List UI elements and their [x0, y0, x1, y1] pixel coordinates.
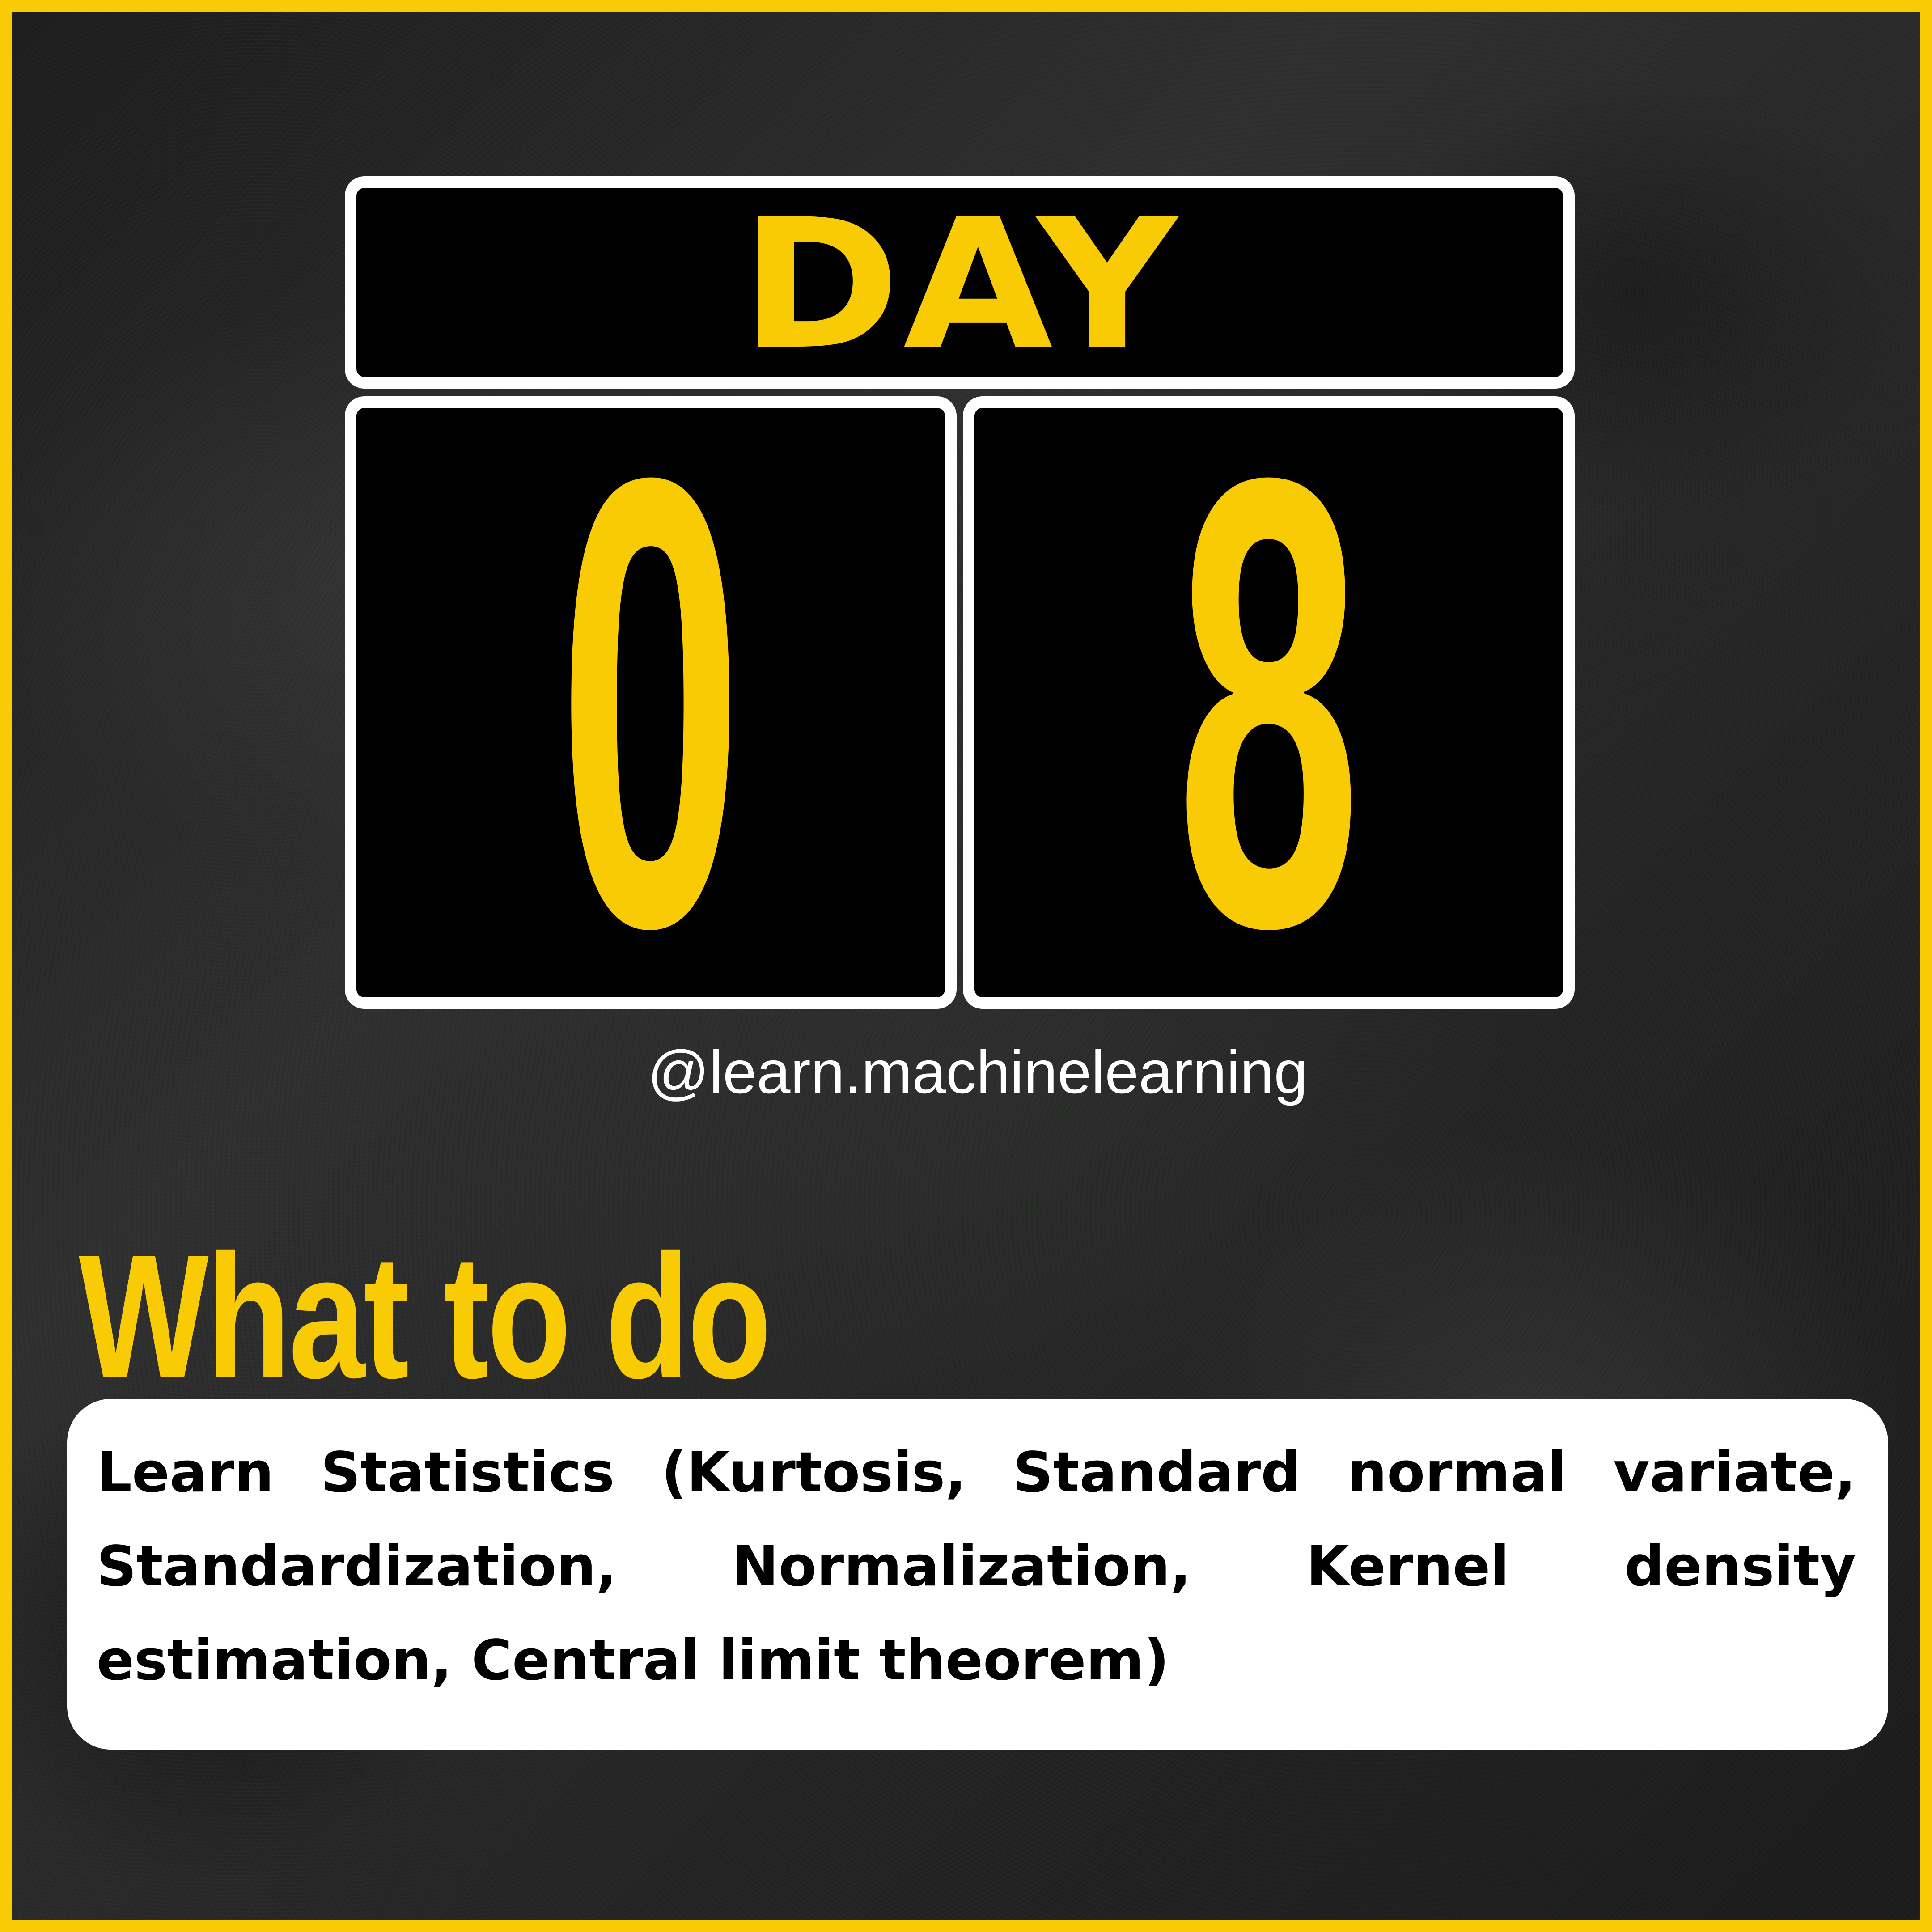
- day-label-card: DAY: [345, 176, 1575, 389]
- account-handle: @learn.machinelearning: [647, 1038, 1308, 1106]
- post-canvas: DAY 0 8 @learn.machinelearning What to d…: [0, 0, 1932, 1932]
- day-digit-ones: 8: [1176, 345, 1361, 1060]
- day-digit-tens: 0: [558, 345, 743, 1060]
- task-panel: Learn Statistics (Kurtosis, Standard nor…: [67, 1399, 1888, 1750]
- day-digit-card-ones: 8: [963, 383, 1575, 1022]
- task-description: Learn Statistics (Kurtosis, Standard nor…: [97, 1441, 1856, 1693]
- day-digit-card-tens: 0: [345, 383, 957, 1022]
- section-heading: What to do: [79, 1217, 771, 1415]
- day-label: DAY: [740, 181, 1180, 389]
